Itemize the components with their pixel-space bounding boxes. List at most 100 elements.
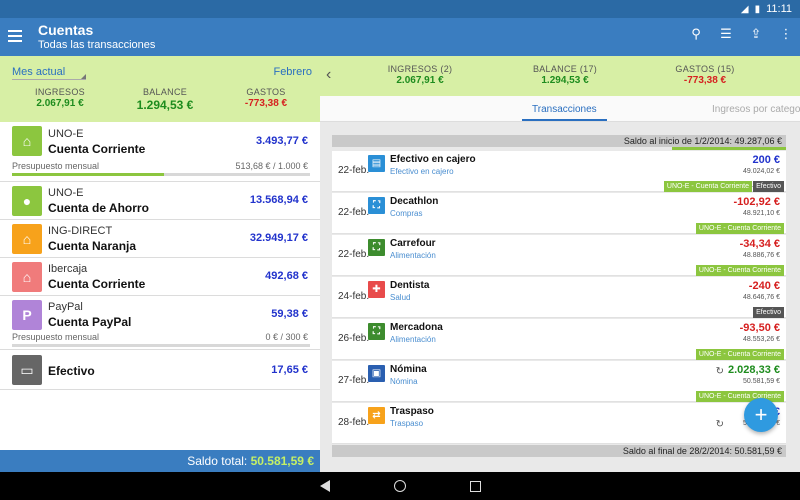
transaction-name: Dentista xyxy=(390,280,430,291)
app-title: Cuentas xyxy=(38,22,94,38)
account-item[interactable]: ● UNO-E Cuenta de Ahorro 13.568,94 € xyxy=(0,182,320,220)
transaction-amount: -240 € xyxy=(748,280,780,292)
transaction-row[interactable]: 22-feb. ⛶ Carrefour Alimentación -34,34 € 48.… xyxy=(332,235,786,276)
transaction-amount: 2.028,33 € xyxy=(728,364,780,376)
tab-income-by-category[interactable]: Ingresos por categoría xyxy=(712,104,800,115)
back-icon[interactable] xyxy=(319,480,330,492)
left-summary: Mes actual Febrero INGRESOS 2.067,91 € B… xyxy=(0,56,320,122)
bank-icon: ⌂ xyxy=(12,262,42,292)
transaction-category: Traspaso xyxy=(390,419,424,428)
running-balance: 50.581,59 € xyxy=(743,378,780,385)
account-tag: UNO-E - Cuenta Corriente xyxy=(695,349,784,360)
transaction-date: 28-feb. xyxy=(338,417,370,428)
transaction-amount: -34,34 € xyxy=(739,238,780,250)
period-select[interactable]: Mes actual xyxy=(12,66,86,80)
system-nav-bar xyxy=(0,472,800,500)
starting-balance-accent xyxy=(672,147,786,150)
account-item[interactable]: ⌂ ING-DIRECT Cuenta Naranja 32.949,17 € xyxy=(0,220,320,258)
atm-icon: ▤ xyxy=(368,155,385,172)
recurring-icon: ↻ xyxy=(715,366,724,377)
transaction-row[interactable]: 24-feb. ✚ Dentista Salud -240 € 48.646,76 € Ef… xyxy=(332,277,786,318)
income-summary: INGRESOS (2) 2.067,91 € xyxy=(387,64,453,86)
transaction-date: 27-feb. xyxy=(338,375,370,386)
running-balance: 48.921,10 € xyxy=(743,210,780,217)
transaction-name: Efectivo en cajero xyxy=(390,154,476,165)
app-bar: Cuentas Todas las transacciones ⚲ ☰ ⇪ ⋮ xyxy=(0,18,800,56)
piggy-bank-icon: ● xyxy=(12,186,42,216)
budget-progress xyxy=(12,344,310,347)
ending-balance: Saldo al final de 28/2/2014: 50.581,59 € xyxy=(332,445,786,457)
account-item[interactable]: ⌂ UNO-E Cuenta Corriente 3.493,77 € Pres… xyxy=(0,122,320,182)
total-balance-bar: Saldo total: 50.581,59 € xyxy=(0,450,320,472)
transaction-date: 22-feb. xyxy=(338,249,370,260)
transaction-category: Compras xyxy=(390,209,423,218)
status-bar: ◢ ▮ 11:11 xyxy=(0,0,800,18)
transaction-row[interactable]: 22-feb. ⛶ Decathlon Compras -102,92 € 48.921,… xyxy=(332,193,786,234)
dropdown-caret-icon xyxy=(81,74,86,79)
account-tag: UNO-E - Cuenta Corriente xyxy=(663,181,752,192)
transaction-date: 22-feb. xyxy=(338,165,370,176)
accounts-list: ⌂ UNO-E Cuenta Corriente 3.493,77 € Pres… xyxy=(0,122,320,450)
account-item[interactable]: P PayPal Cuenta PayPal 59,38 € Presupues… xyxy=(0,296,320,350)
transaction-name: Carrefour xyxy=(390,238,436,249)
menu-icon[interactable] xyxy=(8,26,28,46)
transaction-name: Traspaso xyxy=(390,406,434,417)
right-summary: ‹ INGRESOS (2) 2.067,91 € BALANCE (17) 1… xyxy=(320,56,800,96)
account-item[interactable]: ▭ Efectivo 17,65 € xyxy=(0,350,320,390)
running-balance: 48.553,26 € xyxy=(743,336,780,343)
transaction-category: Alimentación xyxy=(390,251,436,260)
search-icon[interactable]: ⚲ xyxy=(688,26,704,42)
more-vert-icon[interactable]: ⋮ xyxy=(778,26,794,42)
transaction-category: Nómina xyxy=(390,377,418,386)
income-summary: INGRESOS 2.067,91 € xyxy=(35,87,85,109)
add-transaction-button[interactable]: + xyxy=(744,398,778,432)
transaction-date: 22-feb. xyxy=(338,207,370,218)
transaction-row[interactable]: 28-feb.⇄TraspasoTraspaso500 €50.581,59 €… xyxy=(332,403,786,444)
chevron-left-icon[interactable]: ‹ xyxy=(326,66,331,84)
expenses-summary: GASTOS (15) -773,38 € xyxy=(675,64,735,86)
transaction-amount: -102,92 € xyxy=(733,196,780,208)
transaction-row[interactable]: 26-feb. ⛶ Mercadona Alimentación -93,50 € 48.… xyxy=(332,319,786,360)
transaction-row[interactable]: 27-feb. ▣ Nómina Nómina 2.028,33 € 50.581,59 … xyxy=(332,361,786,402)
transaction-category: Alimentación xyxy=(390,335,436,344)
transaction-date: 24-feb. xyxy=(338,291,370,302)
home-icon[interactable] xyxy=(393,480,406,492)
budget-fill xyxy=(12,173,164,176)
medical-cross-icon: ✚ xyxy=(368,281,385,298)
transaction-name: Mercadona xyxy=(390,322,443,333)
battery-icon: ▮ xyxy=(754,3,761,15)
account-tag: UNO-E - Cuenta Corriente xyxy=(695,223,784,234)
transaction-date: 26-feb. xyxy=(338,333,370,344)
basket-icon: ⛶ xyxy=(368,239,385,256)
signal-icon: ◢ xyxy=(740,3,749,15)
balance-summary: BALANCE (17) 1.294,53 € xyxy=(532,64,598,86)
bank-icon: ⌂ xyxy=(12,224,42,254)
transfer-icon: ⇄ xyxy=(368,407,385,424)
account-tag: Efectivo xyxy=(753,181,784,192)
app-subtitle: Todas las transacciones xyxy=(38,39,156,51)
transactions-panel: Saldo al inicio de 1/2/2014: 49.287,06 €… xyxy=(320,122,800,472)
payroll-icon: ▣ xyxy=(368,365,385,382)
account-item[interactable]: ⌂ Ibercaja Cuenta Corriente 492,68 € xyxy=(0,258,320,296)
transaction-name: Decathlon xyxy=(390,196,439,207)
wallet-icon: ▭ xyxy=(12,355,42,385)
recurring-icon: ↻ xyxy=(715,419,724,430)
transaction-amount: -93,50 € xyxy=(739,322,780,334)
basket-icon: ⛶ xyxy=(368,197,385,214)
budget-progress xyxy=(12,173,310,176)
tab-bar: Transacciones Ingresos por categoría xyxy=(320,96,800,122)
recents-icon[interactable] xyxy=(469,480,481,492)
transaction-row[interactable]: 22-feb. ▤ Efectivo en cajero Efectivo en ca… xyxy=(332,151,786,192)
tab-transactions[interactable]: Transacciones xyxy=(522,104,607,121)
month-name[interactable]: Febrero xyxy=(273,66,312,78)
starting-balance: Saldo al inicio de 1/2/2014: 49.287,06 € xyxy=(332,135,786,147)
running-balance: 48.886,76 € xyxy=(743,252,780,259)
paypal-icon: P xyxy=(12,300,42,330)
clock: 11:11 xyxy=(766,3,792,15)
balance-summary: BALANCE 1.294,53 € xyxy=(136,87,194,112)
basket-icon: ⛶ xyxy=(368,323,385,340)
sort-icon[interactable]: ☰ xyxy=(718,26,734,42)
running-balance: 49.024,02 € xyxy=(743,168,780,175)
transaction-category: Salud xyxy=(390,293,411,302)
upload-icon[interactable]: ⇪ xyxy=(748,26,764,42)
